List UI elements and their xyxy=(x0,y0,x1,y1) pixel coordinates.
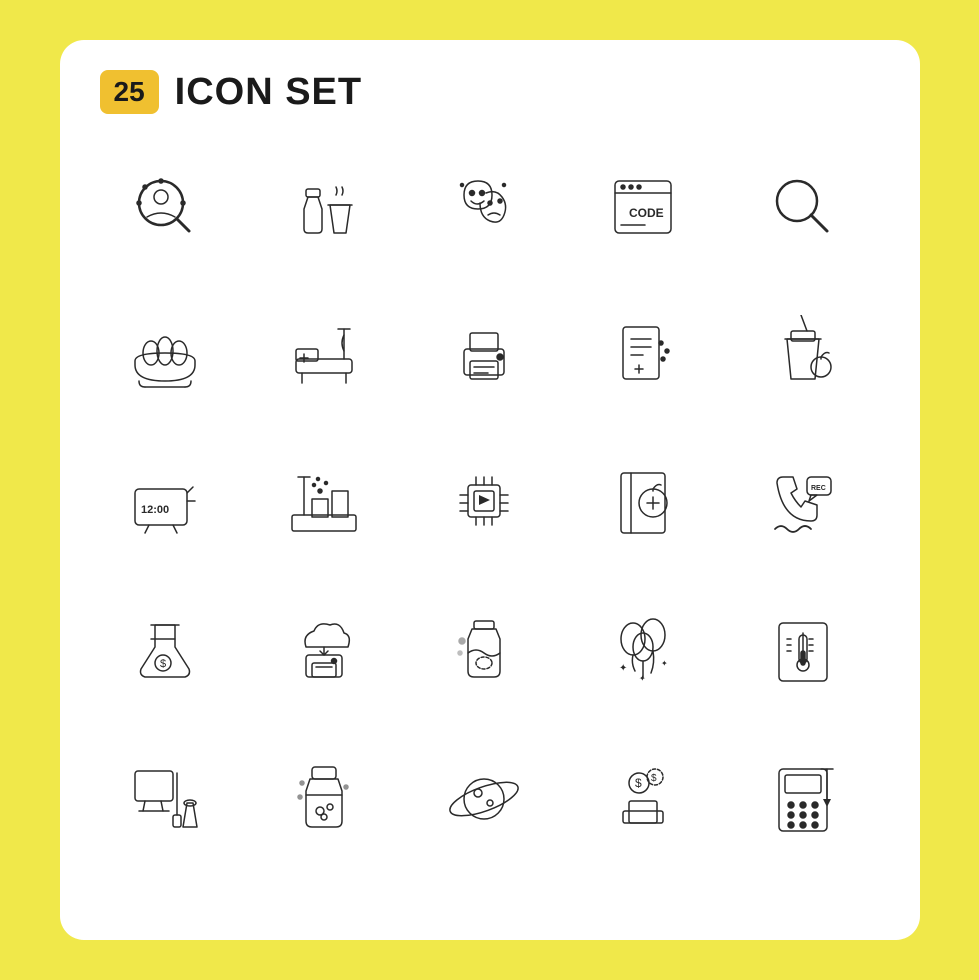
search-person-icon[interactable] xyxy=(100,142,230,272)
takeaway-cup-icon[interactable] xyxy=(738,290,868,420)
cloud-print-icon[interactable] xyxy=(259,586,389,716)
hospital-bed-icon[interactable] xyxy=(259,290,389,420)
svg-text:$: $ xyxy=(160,658,166,670)
thermometer-doc-icon[interactable] xyxy=(738,586,868,716)
liquid-bottle-icon[interactable] xyxy=(419,586,549,716)
svg-text:REC: REC xyxy=(811,485,826,492)
calculator-icon[interactable] xyxy=(738,734,868,864)
svg-text:12:00: 12:00 xyxy=(141,504,169,516)
shaker-bottle-icon[interactable] xyxy=(259,734,389,864)
page-title: ICON SET xyxy=(175,71,362,114)
planet-icon[interactable] xyxy=(419,734,549,864)
code-window-icon[interactable]: CODE xyxy=(578,142,708,272)
alcohol-bottle-icon[interactable] xyxy=(259,142,389,272)
phone-record-icon[interactable]: REC xyxy=(738,438,868,568)
svg-text:$: $ xyxy=(635,776,642,790)
dollar-box-icon[interactable]: $ $ xyxy=(578,734,708,864)
processor-icon[interactable] xyxy=(419,438,549,568)
svg-text:$: $ xyxy=(651,773,657,784)
printer-icon[interactable] xyxy=(419,290,549,420)
svg-text:✦: ✦ xyxy=(619,663,627,674)
card: 25 ICON SET xyxy=(60,40,920,940)
svg-text:✦: ✦ xyxy=(639,674,646,683)
theater-masks-icon[interactable] xyxy=(419,142,549,272)
balloons-icon[interactable]: ✦ ✦ ✦ xyxy=(578,586,708,716)
icon-grid: CODE xyxy=(100,142,880,864)
factory-icon[interactable] xyxy=(259,438,389,568)
medical-note-icon[interactable] xyxy=(578,290,708,420)
recipe-book-icon[interactable] xyxy=(578,438,708,568)
magnifier-icon[interactable] xyxy=(738,142,868,272)
svg-text:✦: ✦ xyxy=(661,659,668,668)
svg-text:CODE: CODE xyxy=(629,206,664,220)
egg-tray-icon[interactable] xyxy=(100,290,230,420)
clock-tv-icon[interactable]: 12:00 xyxy=(100,438,230,568)
lab-flask-icon[interactable]: $ xyxy=(100,586,230,716)
paint-setup-icon[interactable] xyxy=(100,734,230,864)
badge-number: 25 xyxy=(100,70,159,114)
header: 25 ICON SET xyxy=(100,70,363,114)
